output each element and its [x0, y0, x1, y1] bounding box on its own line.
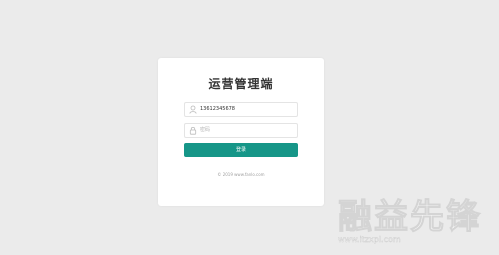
login-button[interactable]: 登录	[184, 143, 298, 157]
user-icon	[189, 105, 197, 114]
phone-field[interactable]: 13612345678	[184, 102, 298, 117]
password-field[interactable]: 密码	[184, 123, 298, 138]
copyright-text: © 2019 www.fanlo.com	[217, 172, 265, 177]
lock-icon	[189, 126, 197, 135]
watermark-logo: 融益先锋 www.itzxpl.com	[338, 199, 486, 247]
login-card: 运营管理端 13612345678 密码 登录 © 2019 www.fanlo…	[158, 58, 324, 206]
password-placeholder: 密码	[200, 127, 211, 133]
page-title: 运营管理端	[208, 77, 274, 91]
watermark-main: 融益先锋	[338, 197, 482, 237]
phone-value: 13612345678	[200, 106, 235, 112]
watermark-sub: www.itzxpl.com	[338, 235, 401, 244]
